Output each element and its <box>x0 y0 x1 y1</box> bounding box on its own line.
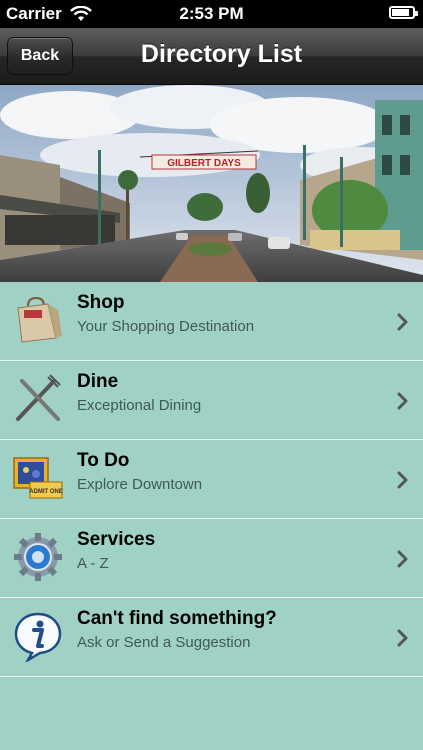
list-item-subtitle: Explore Downtown <box>77 476 203 493</box>
list-item-title: Can't find something? <box>77 608 277 629</box>
hero-image: GILBERT DAYS <box>0 85 423 282</box>
list-item-subtitle: Ask or Send a Suggestion <box>77 634 251 651</box>
list-item-dine[interactable]: Dine Exceptional Dining <box>0 361 423 440</box>
svg-text:ADMIT ONE: ADMIT ONE <box>29 489 63 495</box>
list-item-title: Shop <box>77 292 125 313</box>
list-item-subtitle: Your Shopping Destination <box>77 318 255 335</box>
tickets-icon: ADMIT ONE <box>13 457 63 499</box>
list-item-todo[interactable]: ADMIT ONE To Do Explore Downtown <box>0 440 423 519</box>
list-item-title: Services <box>77 529 156 550</box>
chevron-right-icon <box>397 313 408 331</box>
list-item-suggestion[interactable]: Can't find something? Ask or Send a Sugg… <box>0 598 423 677</box>
battery-icon <box>389 6 418 19</box>
shopping-bag-icon <box>17 296 62 343</box>
navigation-bar: Back Directory List <box>0 28 423 85</box>
chevron-right-icon <box>397 471 408 489</box>
info-icon <box>14 612 62 662</box>
directory-list: Shop Your Shopping Destination Dine Exce… <box>0 282 423 677</box>
list-item-title: To Do <box>77 450 130 471</box>
list-item-shop[interactable]: Shop Your Shopping Destination <box>0 282 423 361</box>
clock: 2:53 PM <box>179 4 244 23</box>
status-bar: Carrier 2:53 PM <box>0 0 423 28</box>
list-item-subtitle: Exceptional Dining <box>77 397 202 414</box>
chevron-right-icon <box>397 392 408 410</box>
page-title: Directory List <box>140 40 303 68</box>
chevron-right-icon <box>397 629 408 647</box>
chevron-right-icon <box>397 550 408 568</box>
banner-text: GILBERT DAYS <box>167 158 241 169</box>
list-item-title: Dine <box>77 371 119 392</box>
list-item-subtitle: A - Z <box>77 555 109 572</box>
fork-knife-icon <box>16 374 61 421</box>
list-item-services[interactable]: Services A - Z <box>0 519 423 598</box>
gear-icon <box>14 533 62 581</box>
